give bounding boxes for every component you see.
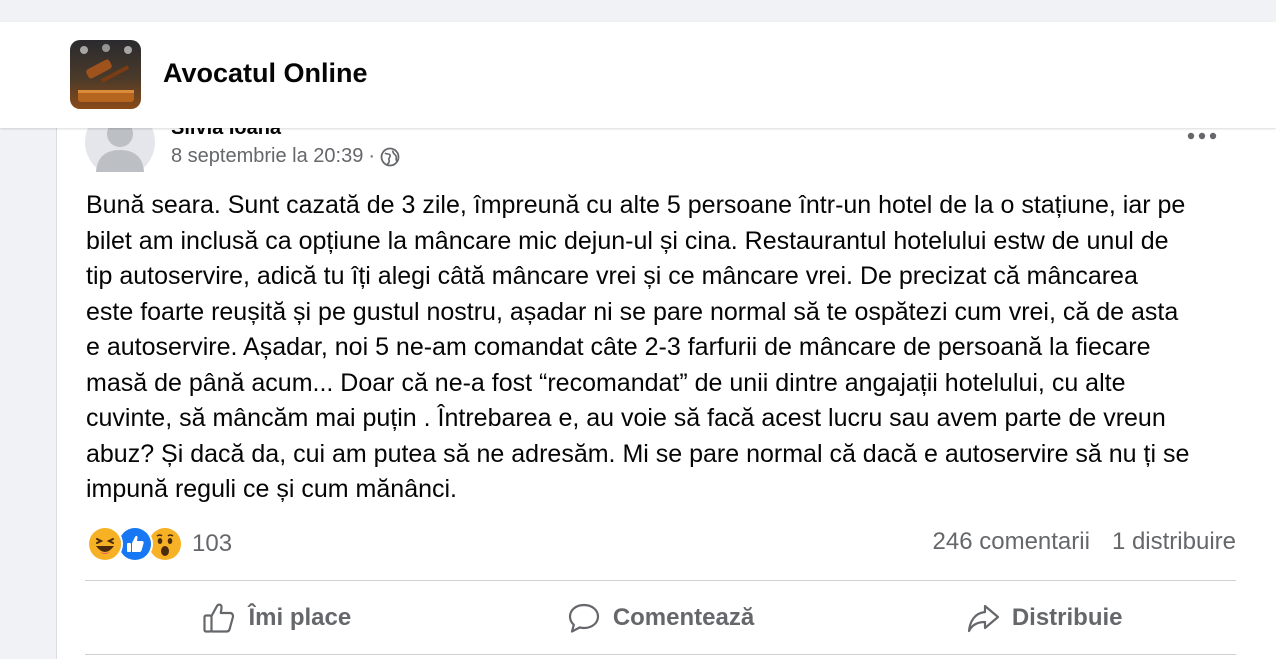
group-avatar[interactable]	[70, 40, 141, 109]
comment-icon	[568, 603, 599, 633]
like-button[interactable]: Îmi place	[85, 584, 469, 652]
reactions-summary[interactable]: 103	[87, 526, 232, 562]
comments-count[interactable]: 246 comentarii	[933, 528, 1090, 556]
post-text-line: cuvinte, să mâncăm mai puțin . Întrebare…	[86, 404, 1166, 432]
comment-button-label: Comentează	[612, 604, 755, 631]
post-text-line: masă de până acum... Doar că ne-a fost “…	[86, 368, 1126, 397]
post-text-line: Bună seara. Sunt cazată de 3 zile, împre…	[86, 191, 1186, 219]
divider	[85, 654, 1236, 655]
top-strip	[0, 0, 1276, 22]
shares-count[interactable]: 1 distribuire	[1112, 528, 1236, 556]
engagement-counts: 246 comentarii 1 distribuire	[933, 528, 1236, 556]
divider	[85, 580, 1236, 581]
post-text: Bună seara. Sunt cazată de 3 zile, împre…	[86, 188, 1246, 508]
reaction-icons	[87, 526, 183, 562]
share-icon	[967, 604, 999, 633]
share-button[interactable]: Distribuie	[852, 584, 1236, 652]
post-text-line: abuz? Și dacă da, cui am putea să ne adr…	[86, 439, 1190, 468]
post-text-line: tip autoservire, adică tu îți alegi câtă…	[86, 262, 1138, 290]
post-text-line: impună reguli ce și cum mănânci.	[86, 475, 457, 503]
post-meta: 8 septembrie la 20:39 ·	[171, 145, 400, 168]
post-text-line: este foarte reușită și pe gustul nostru,…	[86, 297, 1179, 326]
haha-icon	[87, 526, 123, 562]
group-header: Avocatul Online	[0, 22, 1276, 128]
post-text-line: bilet am inclusă ca opțiune la mâncare m…	[86, 226, 1169, 255]
post-actions: Îmi place Comentează Distribuie	[85, 584, 1236, 652]
ellipsis-icon	[1187, 132, 1217, 140]
comment-button[interactable]: Comentează	[469, 584, 853, 652]
post-text-line: e autoservire. Așadar, noi 5 ne-am coman…	[86, 333, 1151, 361]
share-button-label: Distribuie	[1011, 604, 1123, 631]
meta-separator: ·	[368, 145, 376, 167]
group-name[interactable]: Avocatul Online	[163, 58, 368, 89]
globe-icon	[380, 147, 400, 167]
like-button-label: Îmi place	[248, 604, 352, 631]
reaction-count[interactable]: 103	[192, 530, 232, 558]
post-card: Silvia Ioana 8 septembrie la 20:39 · Bun…	[56, 118, 1276, 659]
post-date[interactable]: 8 septembrie la 20:39	[171, 145, 363, 168]
thumbs-up-icon	[203, 603, 235, 633]
